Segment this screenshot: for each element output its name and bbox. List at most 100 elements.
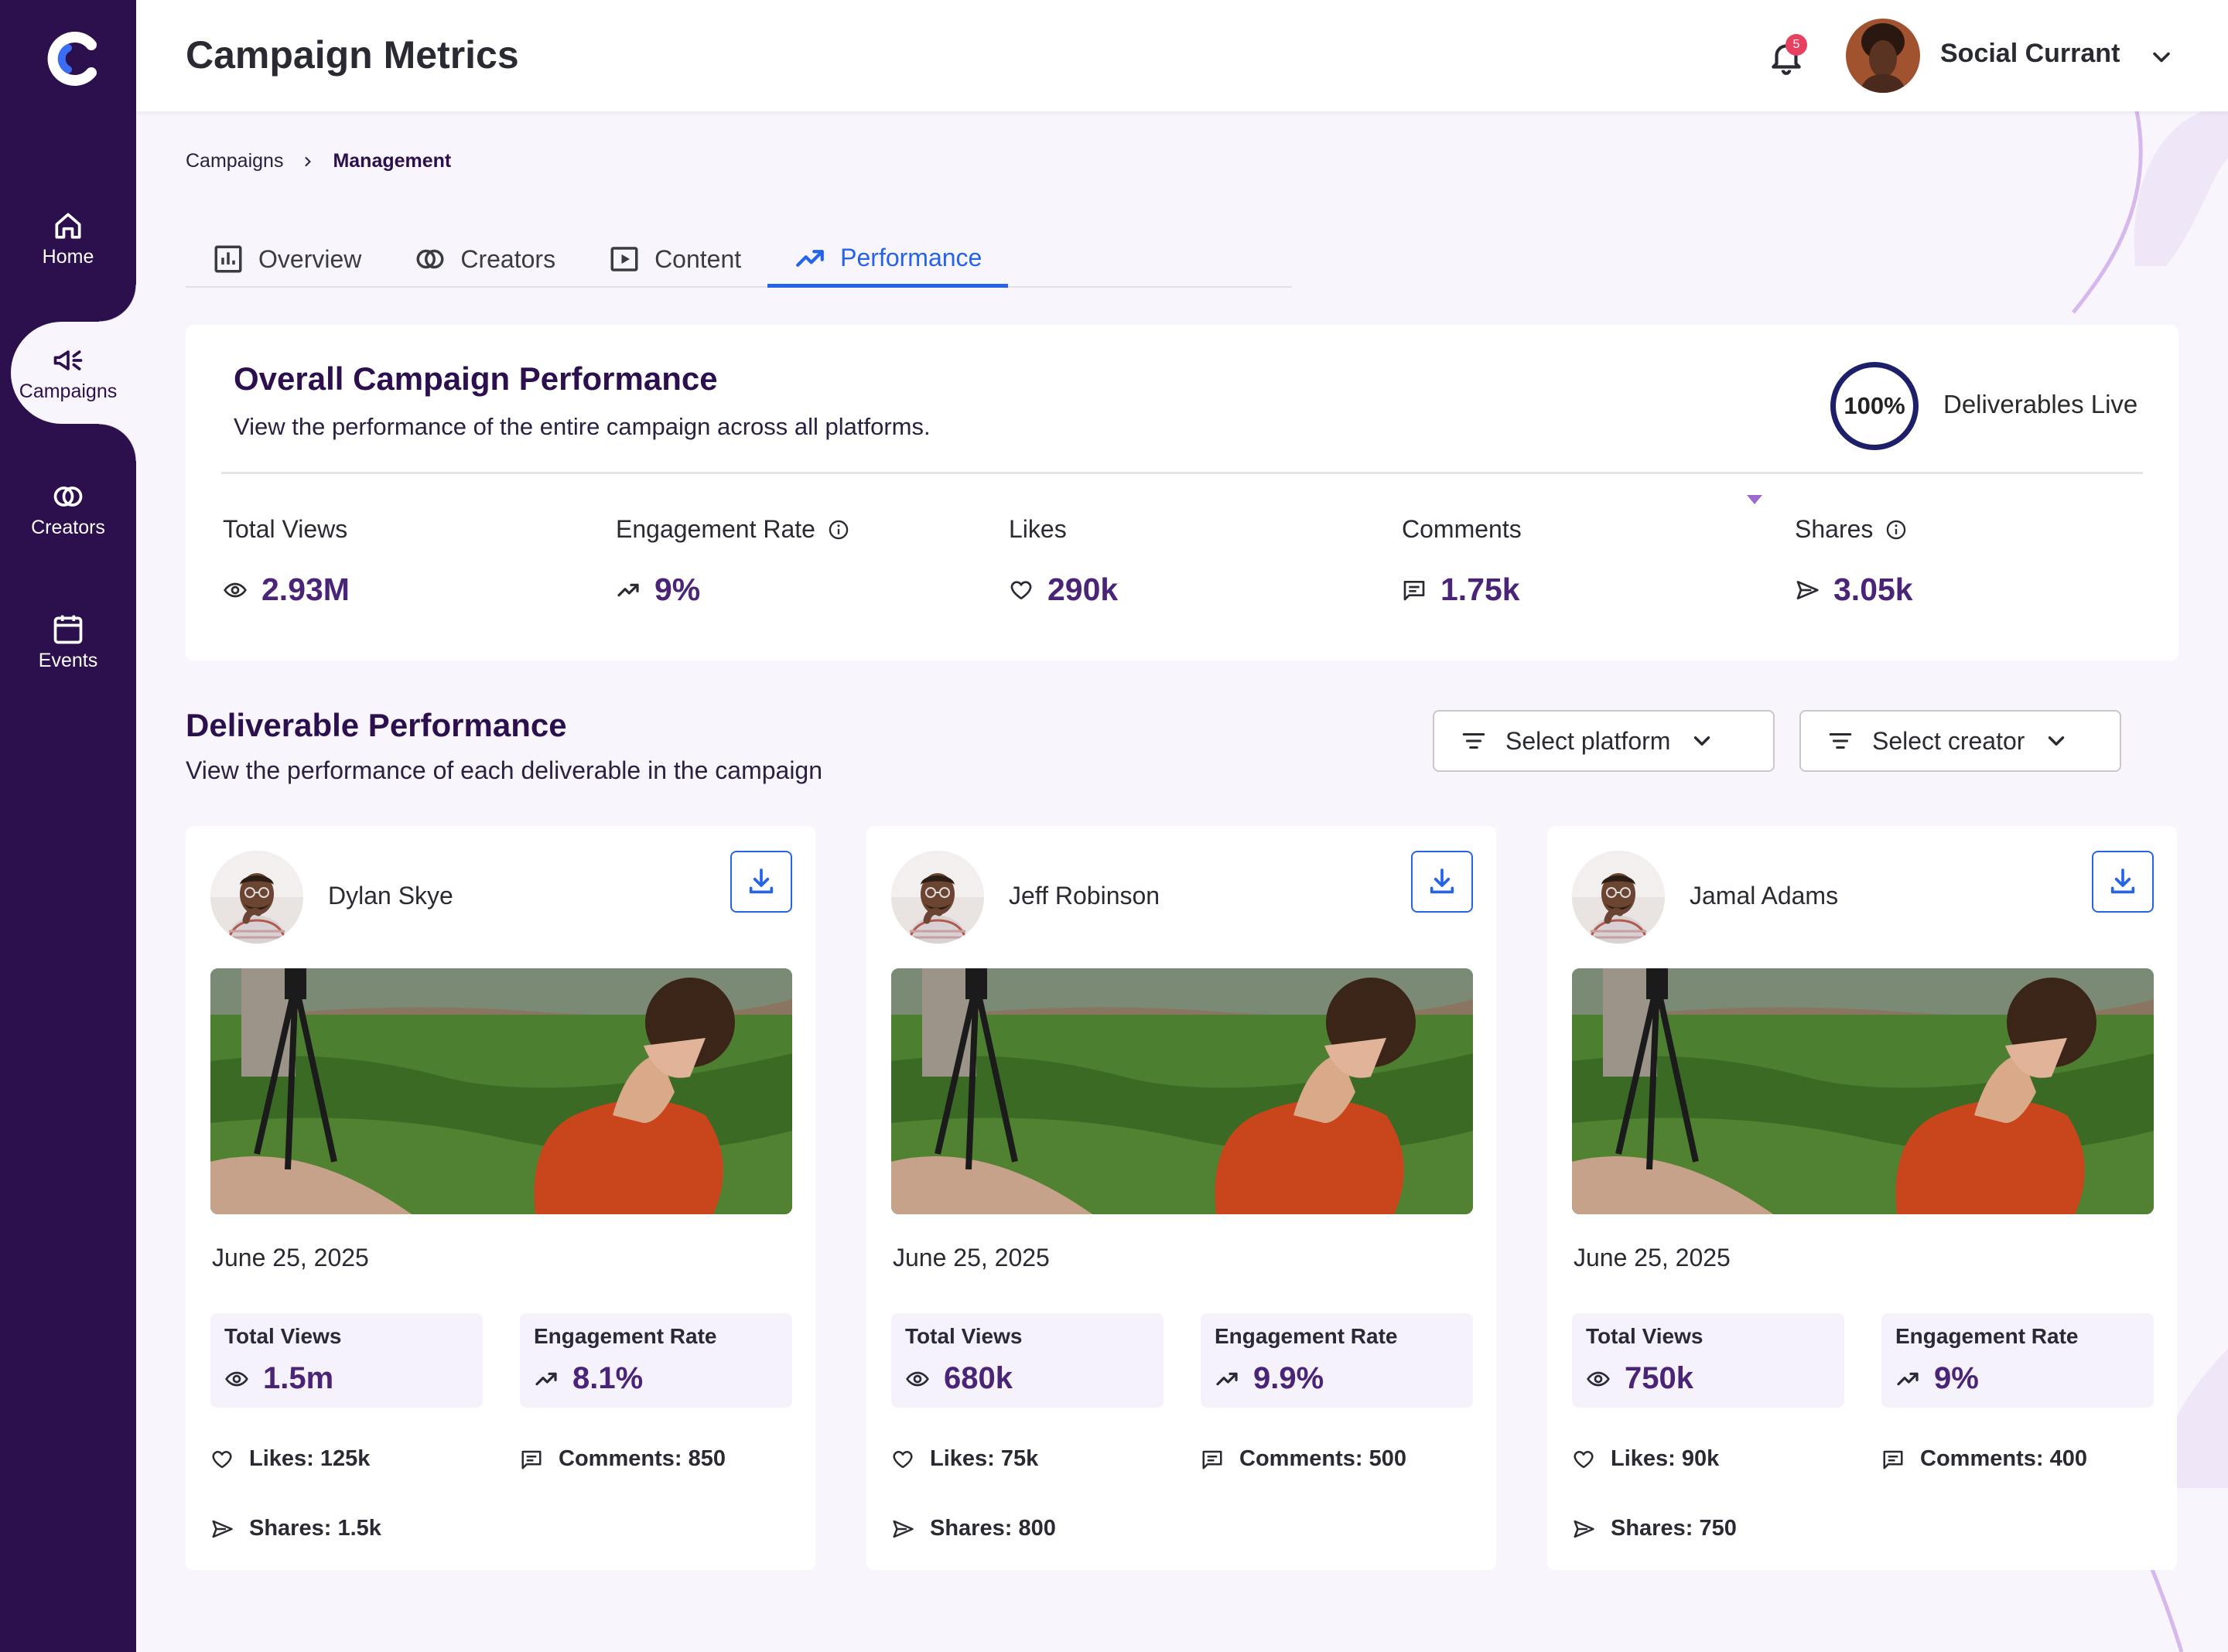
platform-select[interactable]: Select platform: [1433, 710, 1775, 772]
metric-label: Likes: [1009, 515, 1067, 543]
box-label: Engagement Rate: [1215, 1324, 1398, 1348]
select-label: Select platform: [1505, 726, 1671, 755]
tab-content[interactable]: Content: [582, 232, 767, 286]
info-icon[interactable]: [1885, 519, 1907, 541]
download-button[interactable]: [1411, 851, 1473, 913]
metric-value: 3.05k: [1833, 572, 1913, 607]
trending-up-icon: [1215, 1367, 1239, 1391]
avatar[interactable]: [1846, 19, 1920, 93]
metric-shares: Shares 3.05k: [1795, 515, 1913, 608]
creator-avatar[interactable]: [891, 851, 984, 944]
creators-icon: [416, 249, 444, 269]
metric-comments: Comments 1.75k: [1402, 515, 1522, 608]
eye-icon: [224, 1367, 249, 1391]
stat-text: Comments: 400: [1920, 1446, 2087, 1471]
sidebar-item-label: Events: [38, 650, 98, 671]
trending-up-icon: [534, 1367, 559, 1391]
likes-stat: Likes: 90k: [1572, 1446, 1719, 1472]
info-icon[interactable]: [828, 519, 849, 541]
page-title: Campaign Metrics: [186, 33, 519, 77]
metric-label: Comments: [1402, 515, 1522, 543]
deliverable-thumbnail[interactable]: [1572, 968, 2154, 1214]
deliverables-label: Deliverables Live: [1943, 390, 2138, 418]
metric-total-views: Total Views 2.93M: [223, 515, 350, 608]
notification-badge: 5: [1785, 34, 1807, 56]
likes-stat: Likes: 75k: [891, 1446, 1038, 1472]
box-label: Total Views: [1586, 1324, 1703, 1348]
creators-icon: [53, 486, 83, 507]
deliverable-card: Dylan Skye June 25, 2025 Total Views 1.5…: [186, 826, 815, 1570]
creator-avatar[interactable]: [210, 851, 303, 944]
chevron-down-icon[interactable]: [2148, 43, 2175, 71]
app-logo[interactable]: [46, 31, 102, 87]
download-button[interactable]: [2092, 851, 2154, 913]
chevron-down-icon: [2043, 728, 2069, 754]
creator-name[interactable]: Dylan Skye: [328, 882, 453, 910]
send-icon: [1795, 578, 1820, 602]
shares-stat: Shares: 750: [1572, 1516, 1737, 1541]
box-value: 8.1%: [572, 1361, 644, 1395]
tab-label: Creators: [460, 244, 556, 273]
comment-icon: [1881, 1448, 1905, 1471]
tab-label: Content: [654, 244, 742, 273]
metric-value: 2.93M: [261, 572, 350, 607]
deliverable-card: Jamal Adams June 25, 2025 Total Views 75…: [1547, 826, 2177, 1570]
box-label: Engagement Rate: [1895, 1324, 2079, 1348]
user-name[interactable]: Social Currant: [1940, 39, 2120, 69]
sidebar-item-creators[interactable]: Creators: [0, 480, 136, 539]
eye-icon: [223, 578, 248, 602]
shares-stat: Shares: 800: [891, 1516, 1056, 1541]
creator-name[interactable]: Jamal Adams: [1690, 882, 1838, 910]
box-value: 1.5m: [263, 1361, 334, 1395]
shares-stat: Shares: 1.5k: [210, 1516, 381, 1541]
tab-creators[interactable]: Creators: [388, 232, 582, 286]
caret-marker: [1747, 495, 1762, 504]
creator-avatar[interactable]: [1572, 851, 1665, 944]
creator-name[interactable]: Jeff Robinson: [1009, 882, 1160, 910]
overall-performance-card: Overall Campaign Performance View the pe…: [186, 325, 2178, 660]
comment-icon: [1402, 578, 1427, 602]
sidebar-item-label: Campaigns: [19, 381, 118, 402]
megaphone-icon: [53, 350, 83, 370]
tab-performance[interactable]: Performance: [767, 232, 1009, 288]
sidebar-item-events[interactable]: Events: [0, 613, 136, 672]
heart-icon: [1572, 1448, 1595, 1471]
creator-select[interactable]: Select creator: [1799, 710, 2121, 772]
deliverable-card: Jeff Robinson June 25, 2025 Total Views …: [866, 826, 1496, 1570]
heart-icon: [1009, 578, 1034, 602]
views-box: Total Views 680k: [891, 1313, 1164, 1408]
metric-label: Shares: [1795, 515, 1874, 543]
deliverable-thumbnail[interactable]: [210, 968, 792, 1214]
sidebar: Home Campaigns Creators Events: [0, 0, 136, 1652]
box-label: Total Views: [224, 1324, 342, 1348]
select-label: Select creator: [1872, 726, 2025, 755]
deliverable-thumbnail[interactable]: [891, 968, 1473, 1214]
tab-label: Overview: [258, 244, 362, 273]
engagement-box: Engagement Rate 9.9%: [1201, 1313, 1473, 1408]
sidebar-item-campaigns[interactable]: Campaigns: [0, 343, 136, 403]
deliverables-progress-ring: 100%: [1830, 362, 1919, 450]
top-header: Campaign Metrics 5 Social Currant: [136, 0, 2228, 111]
chevron-right-icon: [305, 156, 312, 166]
tab-bar: Overview Creators Content Performance: [186, 232, 1292, 288]
comments-stat: Comments: 500: [1201, 1446, 1406, 1472]
section-title: Overall Campaign Performance: [234, 360, 718, 397]
divider: [221, 472, 2143, 474]
chevron-down-icon: [1689, 728, 1715, 754]
sidebar-item-label: Creators: [31, 517, 105, 538]
sidebar-item-home[interactable]: Home: [0, 209, 136, 268]
deliverable-date: June 25, 2025: [1574, 1244, 1731, 1271]
send-icon: [891, 1517, 914, 1541]
deliverable-date: June 25, 2025: [212, 1244, 369, 1271]
deliverable-date: June 25, 2025: [893, 1244, 1050, 1271]
download-icon: [2107, 866, 2138, 897]
stat-text: Likes: 90k: [1611, 1446, 1720, 1471]
box-label: Engagement Rate: [534, 1324, 717, 1348]
heart-icon: [210, 1448, 234, 1471]
download-button[interactable]: [730, 851, 792, 913]
send-icon: [210, 1517, 234, 1541]
breadcrumb-current: Management: [333, 150, 452, 172]
tab-overview[interactable]: Overview: [186, 232, 388, 286]
breadcrumb-campaigns[interactable]: Campaigns: [186, 150, 283, 172]
engagement-box: Engagement Rate 9%: [1881, 1313, 2154, 1408]
